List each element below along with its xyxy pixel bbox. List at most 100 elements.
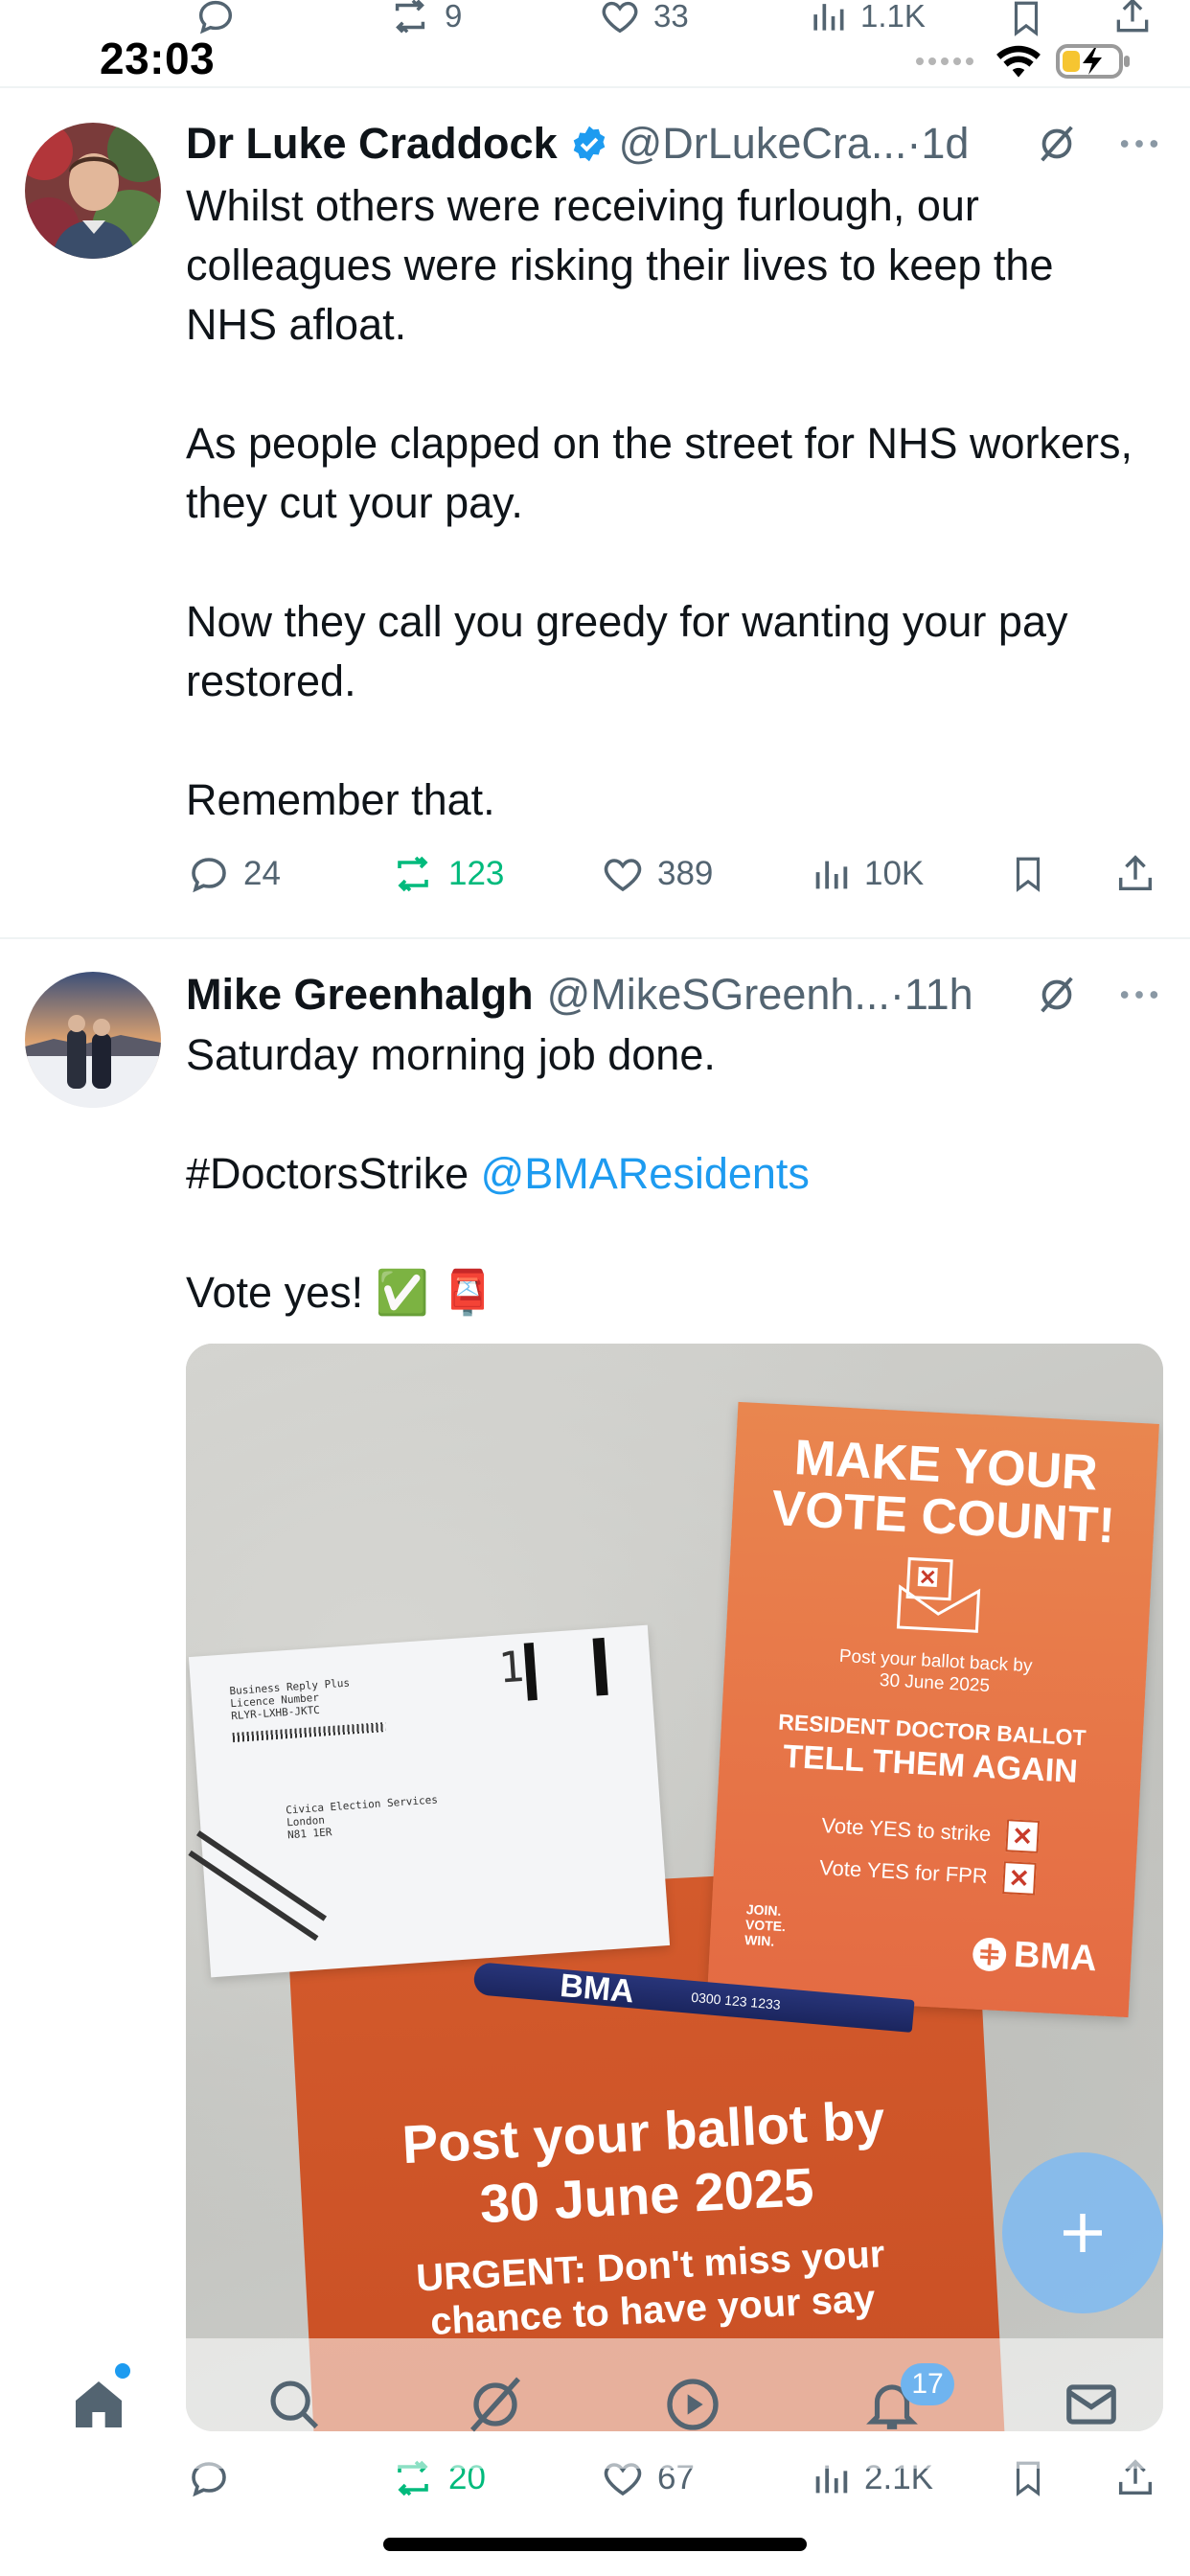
leaflet-title: MAKE YOUR VOTE COUNT! [770,1430,1116,1554]
bookmark-button[interactable] [1008,845,1048,903]
reply-button[interactable]: 24 [186,845,281,903]
address-text: Civica Election Services London N81 1ER [285,1793,439,1842]
envelope-stripe [196,1830,328,1921]
envelope-stripe [188,1850,319,1942]
hashtag-link[interactable]: #DoctorsStrike [186,1149,469,1198]
tweet-header: Dr Luke Craddock @DrLukeCra... · 1d [186,117,1161,171]
search-icon [270,2380,319,2429]
post-by-text: Post your ballot back by 30 June 2025 [838,1645,1033,1697]
vote-row: Vote YES for FPR ✕ [818,1852,1037,1896]
share-icon [1116,0,1149,33]
avatar[interactable] [25,123,161,259]
like-count: 389 [657,855,714,892]
join-vote-win: JOIN. VOTE. WIN. [744,1901,787,1949]
pen-phone: 0300 123 1233 [690,1989,782,2012]
display-name[interactable]: Mike Greenhalgh [186,970,534,1020]
like-button[interactable]: 389 [600,845,713,903]
envelope-x-icon [896,1556,981,1633]
repost-icon [395,0,425,34]
verified-badge-icon [569,124,609,164]
views-count: 10K [864,855,925,892]
tweet-line: Vote yes! ✅ 📮 [186,1268,495,1317]
separator: · [906,119,922,168]
user-handle[interactable]: @DrLukeCra... [619,119,907,169]
vote-fpr-label: Vote YES for FPR [818,1855,989,1889]
divider [0,86,1190,88]
reply-envelope: Business Reply Plus Licence Number RLYR-… [188,1624,671,1978]
status-bar-icons [916,42,1133,80]
tab-home[interactable] [65,2371,132,2438]
wifi-icon [996,45,1041,78]
views-button[interactable]: 1.1K [807,0,926,38]
share-button[interactable] [1113,845,1157,903]
more-options-icon[interactable] [1117,985,1161,1004]
grok-icon[interactable] [1035,122,1079,166]
signal-dots-icon [916,58,973,65]
plus-icon [1064,2214,1102,2252]
share-button[interactable] [1111,0,1154,38]
pen-brand: BMA [558,1966,636,2010]
reply-licence-text: Business Reply Plus Licence Number RLYR-… [229,1676,351,1723]
repost-icon [398,856,428,892]
vote-leaflet: MAKE YOUR VOTE COUNT! Post your ballot b… [707,1401,1159,2018]
tab-search[interactable] [261,2371,328,2438]
bookmark-button[interactable] [1006,0,1046,40]
mail-mark: 1 [496,1642,526,1693]
tweet-text: Saturday morning job done. #DoctorsStrik… [186,1025,1152,1322]
like-count: 33 [653,0,689,34]
battery-charging-icon [1056,44,1130,79]
reply-icon [192,858,226,893]
repost-count: 9 [445,0,463,34]
post-ballot-title: Post your ballot by 30 June 2025 [400,2088,886,2235]
compose-button[interactable] [1002,2152,1163,2313]
divider [0,937,1190,939]
views-chart-icon [813,4,844,31]
repost-button[interactable]: 123 [389,845,504,903]
bookmark-icon [1014,1,1039,36]
status-bar-time: 23:03 [100,34,216,83]
bma-wordmark: BMA [1013,1934,1098,1980]
urgent-text: URGENT: Don't miss your chance to have y… [415,2233,886,2343]
play-icon [667,2379,719,2430]
home-icon [76,2381,122,2427]
tweet-actions: 24 123 389 10K [186,845,1163,903]
bookmark-icon [1016,857,1041,892]
fim-bars [523,1637,608,1701]
vote-row: Vote YES to strike ✕ [820,1809,1041,1853]
avatar[interactable] [25,972,161,1108]
tweet-line: Saturday morning job done. [186,1030,716,1079]
tweet-text: Whilst others were receiving furlough, o… [186,181,1133,824]
tab-grok[interactable] [462,2371,529,2438]
separator: · [889,970,904,1019]
grok-icon[interactable] [1035,973,1079,1017]
tab-video[interactable] [659,2371,726,2438]
display-name[interactable]: Dr Luke Craddock [186,119,558,169]
like-button[interactable]: 33 [598,0,689,38]
bma-emblem-icon [973,1937,1007,1971]
reply-count: 24 [243,855,281,892]
views-button[interactable]: 10K [809,845,924,903]
bma-logo: BMA [971,1932,1098,1980]
heart-icon [602,1,638,34]
home-unread-dot [115,2363,130,2379]
x-box-icon: ✕ [1001,1861,1037,1896]
postal-barcode [232,1721,386,1743]
timestamp[interactable]: 1d [921,119,969,169]
views-count: 1.1K [860,0,926,34]
views-chart-icon [815,861,848,889]
bottom-tab-bar [0,2338,1190,2469]
repost-button[interactable]: 9 [387,0,462,38]
repost-count: 123 [448,855,505,892]
timestamp[interactable]: 11h [904,970,973,1020]
tweet-header: Mike Greenhalgh @MikeSGreenh... · 11h [186,968,1161,1022]
tab-messages[interactable] [1058,2371,1125,2438]
more-options-icon[interactable] [1117,134,1161,153]
heart-icon [604,859,642,892]
user-handle[interactable]: @MikeSGreenh... [547,970,890,1020]
home-indicator[interactable] [383,2538,807,2551]
x-box-icon: ✕ [1005,1819,1041,1853]
vote-strike-label: Vote YES to strike [820,1813,992,1847]
mail-icon [1066,2384,1116,2425]
mention-link[interactable]: @BMAResidents [481,1149,810,1198]
grok-icon [470,2377,520,2432]
